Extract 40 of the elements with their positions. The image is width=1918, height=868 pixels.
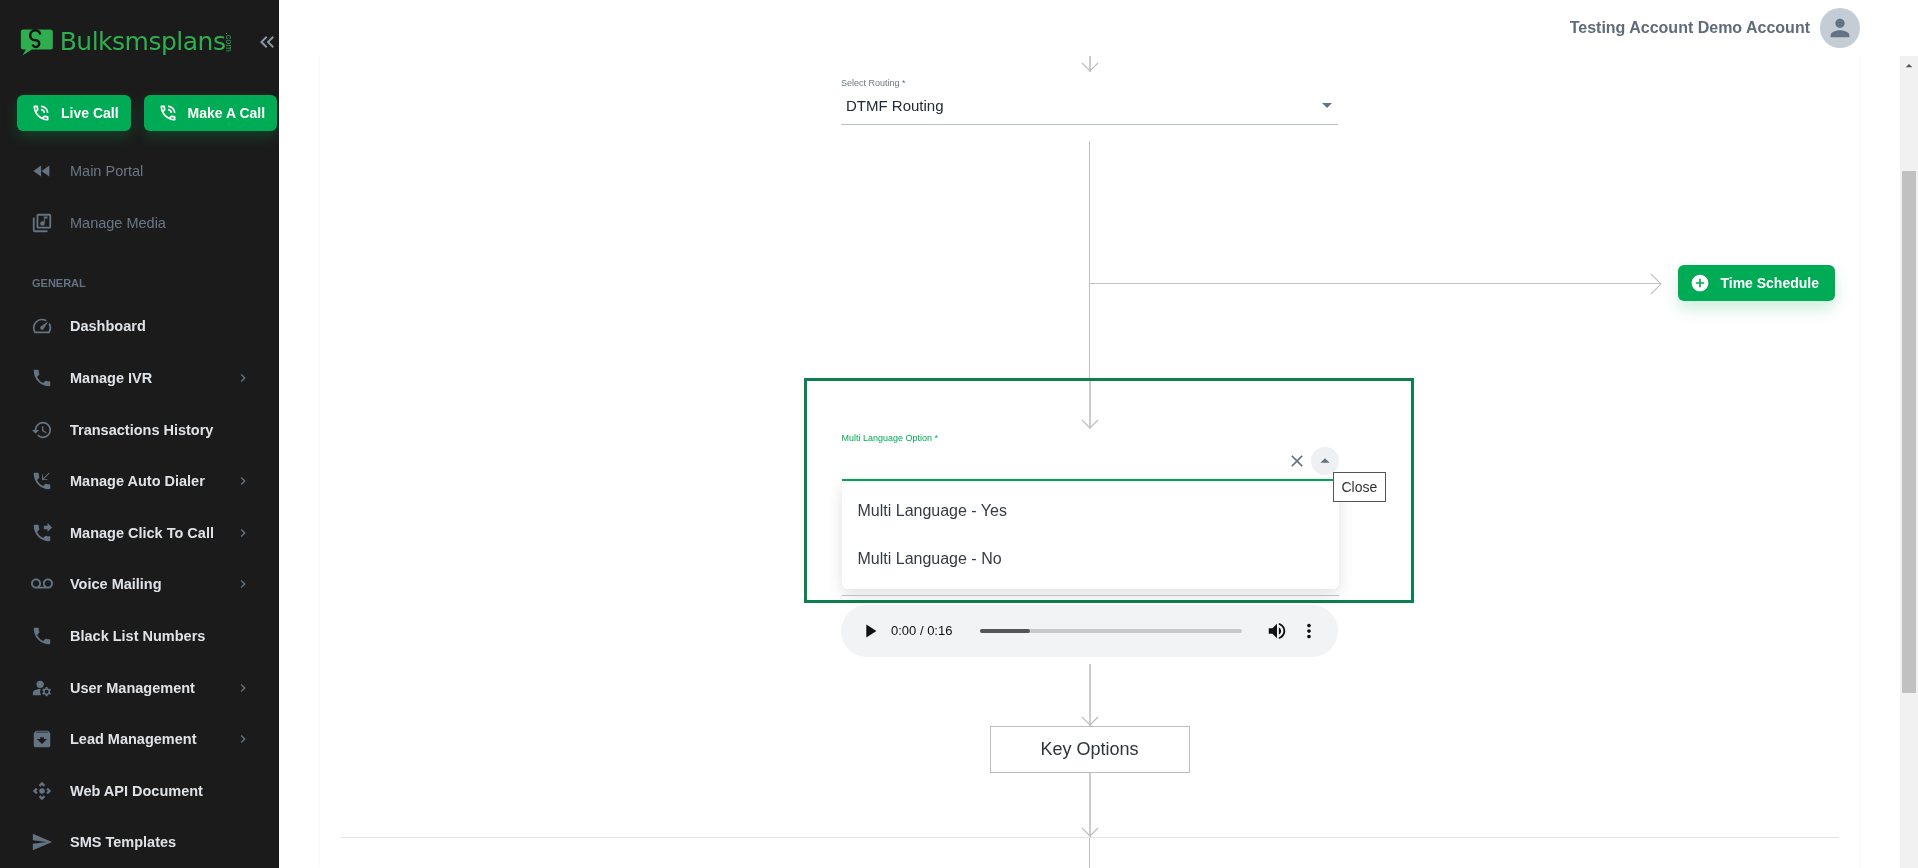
tooltip: Close xyxy=(1332,471,1387,502)
logo-text: Bulksmsplans xyxy=(59,27,226,57)
arrow-head-icon xyxy=(1650,272,1663,295)
sidebar-item[interactable]: Manage IVR xyxy=(70,370,235,387)
section-title: GENERAL xyxy=(31,275,87,291)
menu-icon xyxy=(31,779,53,802)
arrow-connector xyxy=(1080,380,1100,429)
routing-select[interactable]: DTMF Routing xyxy=(841,87,1338,125)
scrollbar-thumb[interactable] xyxy=(1902,171,1916,693)
sidebar-item[interactable]: SMS Templates xyxy=(70,834,251,851)
avatar-icon[interactable] xyxy=(1820,8,1860,48)
menu-icon xyxy=(31,521,53,544)
arrow-connector xyxy=(1079,773,1100,837)
arrow-connector xyxy=(1079,56,1100,72)
field-label: Select Routing * xyxy=(841,77,907,88)
logo-suffix: .com xyxy=(224,32,235,52)
caret-icon xyxy=(1322,103,1332,109)
arrow-connector xyxy=(1079,664,1100,727)
key-options-node: Key Options xyxy=(989,726,1190,773)
portal-link[interactable]: Manage Media xyxy=(70,214,251,231)
dropdown-option[interactable]: Multi Language - No xyxy=(841,534,1339,583)
audio-time: 0:00 / 0:16 xyxy=(891,623,953,639)
sidebar-item[interactable]: Manage Auto Dialer xyxy=(70,473,235,490)
plus-icon xyxy=(1690,272,1711,293)
sidebar-item[interactable]: Voice Mailing xyxy=(70,576,235,593)
caret-icon[interactable] xyxy=(1310,446,1339,475)
portal-link[interactable]: Main Portal xyxy=(70,163,251,180)
connector-line xyxy=(1088,838,1091,868)
sidebar-item[interactable]: Dashboard xyxy=(70,318,251,335)
sidebar-item[interactable]: Manage Click To Call xyxy=(70,524,235,541)
audio-progress[interactable] xyxy=(980,628,1242,633)
sidebar-item[interactable]: User Management xyxy=(70,679,235,696)
user-name: Testing Account Demo Account xyxy=(1569,19,1810,37)
sidebar-item[interactable]: Lead Management xyxy=(70,731,235,748)
sidebar-item[interactable]: Black List Numbers xyxy=(70,627,251,644)
field-label: Multi Language Option * xyxy=(841,432,940,443)
sidebar-item[interactable]: Transactions History xyxy=(70,421,251,438)
sidebar-item[interactable]: Web API Document xyxy=(70,782,251,799)
scrollbar[interactable] xyxy=(1900,56,1918,868)
media-library-icon xyxy=(31,211,53,234)
